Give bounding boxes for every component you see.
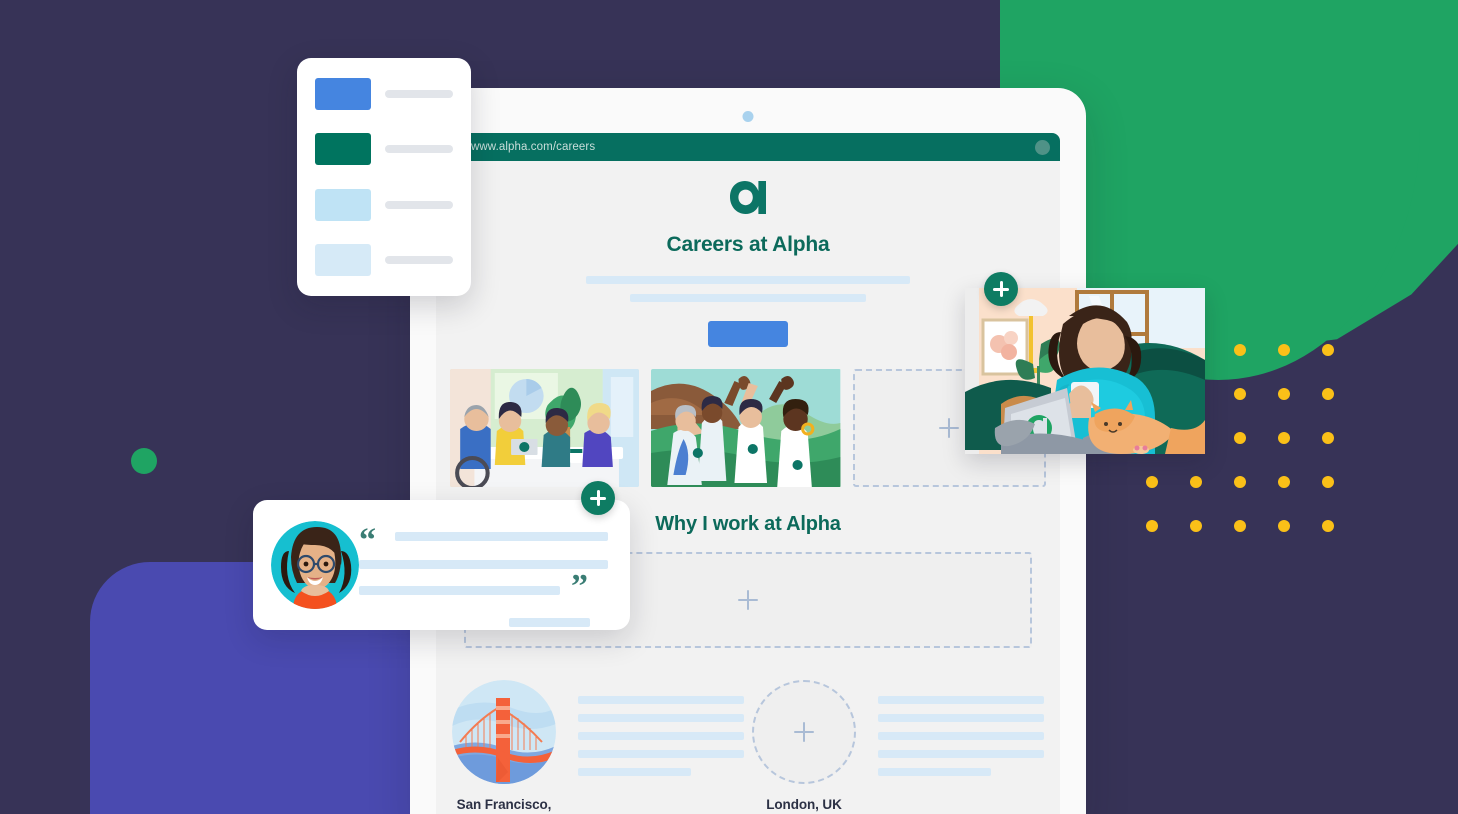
location-name: London, UK <box>766 797 842 812</box>
list-item-label-placeholder <box>385 90 453 98</box>
quote-open-icon: “ <box>359 522 376 559</box>
plus-icon <box>939 418 960 438</box>
location-name: San Francisco, CA <box>456 797 552 814</box>
alpha-logo-icon <box>730 181 766 214</box>
quote-close-icon: ” <box>571 568 588 605</box>
testimonial-text-line <box>359 586 560 595</box>
page-title: Careers at Alpha <box>666 233 830 256</box>
list-item-label-placeholder <box>385 255 453 264</box>
high-five-photo[interactable] <box>651 369 841 487</box>
location-item: San Francisco, CA <box>452 680 744 814</box>
hero-text-line <box>630 294 866 302</box>
list-item[interactable] <box>315 78 453 110</box>
woman-avatar-icon <box>271 521 359 609</box>
location-item: London, UK <box>752 680 1044 814</box>
color-swatch <box>315 78 371 110</box>
location-text-lines <box>578 680 744 786</box>
tablet-camera-icon <box>742 111 754 122</box>
component-list-card <box>297 58 471 296</box>
color-swatch <box>315 133 371 166</box>
plus-icon <box>738 590 758 610</box>
locations-list: San Francisco, CA London, UK <box>436 680 1060 814</box>
list-item[interactable] <box>315 133 453 166</box>
woman-with-laptop-and-cat-photo[interactable] <box>965 288 1205 454</box>
testimonial-text-line <box>395 532 608 541</box>
color-swatch <box>315 243 371 276</box>
golden-gate-bridge-icon <box>452 680 556 784</box>
browser-screen: www.alpha.com/careers Careers at Alpha W… <box>436 133 1060 814</box>
list-item-label-placeholder <box>385 200 453 209</box>
testimonial-card: “ ” <box>253 500 630 630</box>
add-testimonial-badge-button[interactable] <box>581 481 615 515</box>
team-meeting-photo[interactable] <box>450 369 640 487</box>
testimonial-author-line <box>509 618 590 627</box>
illustration-canvas: www.alpha.com/careers Careers at Alpha W… <box>0 0 1458 814</box>
color-swatch <box>315 188 371 221</box>
plus-icon <box>794 722 814 742</box>
location-text-lines <box>878 680 1044 786</box>
list-item[interactable] <box>315 188 453 221</box>
careers-page: Careers at Alpha Why I work at Alpha San… <box>436 161 1060 814</box>
list-item[interactable] <box>315 243 453 276</box>
hero-text-line <box>586 276 910 284</box>
location-avatar-placeholder[interactable] <box>752 680 856 784</box>
browser-url-bar[interactable]: www.alpha.com/careers <box>436 133 1060 161</box>
green-dot-shape <box>131 448 157 474</box>
cta-button[interactable] <box>708 321 788 347</box>
circle-button-icon[interactable] <box>1035 139 1050 155</box>
url-text[interactable]: www.alpha.com/careers <box>471 141 1035 153</box>
add-photo-badge-button[interactable] <box>984 272 1018 306</box>
testimonial-body: “ ” <box>359 518 612 627</box>
list-item-label-placeholder <box>385 145 453 154</box>
